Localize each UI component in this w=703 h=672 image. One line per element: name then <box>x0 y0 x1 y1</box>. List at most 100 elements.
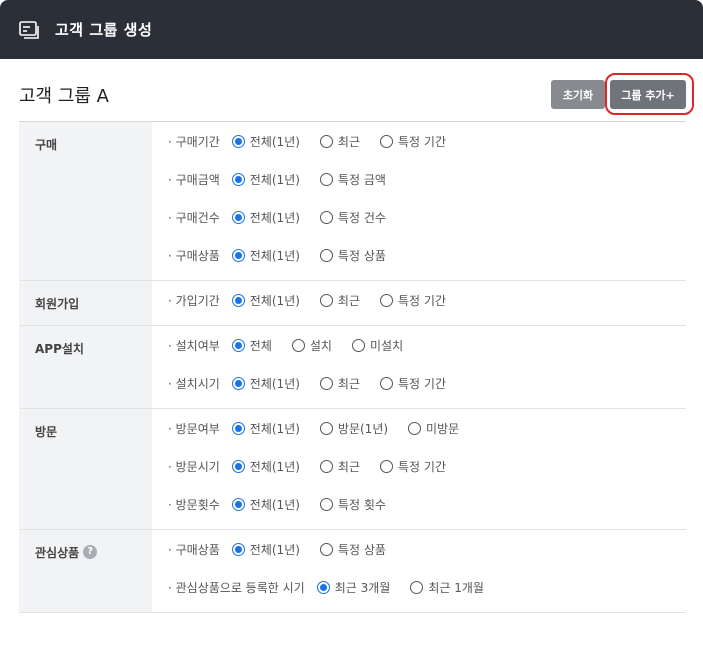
radio-option[interactable]: 최근 3개월 <box>316 579 391 596</box>
radio-button[interactable] <box>231 134 245 148</box>
section-label: 구매 <box>19 122 152 280</box>
filter-row-label: · 방문여부 <box>168 421 220 436</box>
filter-row-label: · 구매금액 <box>168 172 220 187</box>
radio-option[interactable]: 특정 횟수 <box>319 496 386 513</box>
radio-option[interactable]: 특정 상품 <box>319 247 386 264</box>
radio-button[interactable] <box>231 210 245 224</box>
radio-button[interactable] <box>231 421 245 435</box>
filter-section: 구매 · 구매기간 전체(1년) 최근 특정 기간 · 구매금액 전체(1년) 특정 금액 · … <box>19 122 686 281</box>
radio-button[interactable] <box>319 497 333 511</box>
radio-button[interactable] <box>291 338 305 352</box>
section-label-text: 구매 <box>35 138 58 152</box>
radio-button[interactable] <box>319 172 333 186</box>
radio-button[interactable] <box>380 376 394 390</box>
radio-button[interactable] <box>319 376 333 390</box>
radio-option-label: 미방문 <box>426 421 460 436</box>
filter-row-label: · 설치시기 <box>168 376 220 391</box>
radio-button[interactable] <box>231 248 245 262</box>
page-header: 고객 그룹 생성 <box>0 0 703 59</box>
radio-option[interactable]: 특정 금액 <box>319 171 386 188</box>
radio-button[interactable] <box>410 580 424 594</box>
radio-option[interactable]: 전체 <box>231 337 272 354</box>
radio-option[interactable]: 최근 <box>319 133 360 150</box>
radio-option-label: 전체(1년) <box>249 542 300 557</box>
section-label-text: 관심상품 <box>35 546 80 560</box>
filter-section: 회원가입 · 가입기간 전체(1년) 최근 특정 기간 <box>19 281 686 326</box>
help-icon[interactable]: ? <box>83 545 98 559</box>
radio-option[interactable]: 전체(1년) <box>231 375 300 392</box>
radio-button[interactable] <box>319 542 333 556</box>
radio-button[interactable] <box>316 580 330 594</box>
radio-option[interactable]: 최근 1개월 <box>410 579 484 596</box>
radio-button[interactable] <box>231 459 245 473</box>
radio-option[interactable]: 전체(1년) <box>231 247 300 264</box>
radio-option[interactable]: 미설치 <box>351 337 403 354</box>
filter-row-label: · 방문시기 <box>168 459 220 474</box>
radio-option[interactable]: 전체(1년) <box>231 133 300 150</box>
radio-option[interactable]: 전체(1년) <box>231 292 300 309</box>
section-content: · 구매기간 전체(1년) 최근 특정 기간 · 구매금액 전체(1년) 특정 금액 · 구매… <box>152 122 686 280</box>
filter-table: 구매 · 구매기간 전체(1년) 최근 특정 기간 · 구매금액 전체(1년) 특정 금액 · … <box>19 121 686 613</box>
radio-button[interactable] <box>319 421 333 435</box>
radio-button[interactable] <box>319 293 333 307</box>
radio-option[interactable]: 특정 기간 <box>380 292 446 309</box>
radio-option[interactable]: 최근 <box>319 375 360 392</box>
radio-button[interactable] <box>319 210 333 224</box>
radio-button[interactable] <box>231 376 245 390</box>
filter-row: · 방문시기 전체(1년) 최근 특정 기간 <box>168 447 686 485</box>
radio-option[interactable]: 전체(1년) <box>231 420 300 437</box>
radio-option-label: 전체(1년) <box>249 248 300 263</box>
radio-option[interactable]: 특정 기간 <box>380 375 446 392</box>
section-label-text: APP설치 <box>35 342 84 356</box>
radio-option-label: 최근 <box>337 293 361 308</box>
radio-button[interactable] <box>231 497 245 511</box>
radio-option[interactable]: 전체(1년) <box>231 496 300 513</box>
radio-option[interactable]: 특정 상품 <box>319 541 386 558</box>
radio-option-label: 방문(1년) <box>337 421 389 436</box>
filter-row: · 구매금액 전체(1년) 특정 금액 <box>168 160 686 198</box>
filter-row-label: · 구매건수 <box>168 210 220 225</box>
radio-button[interactable] <box>351 338 365 352</box>
radio-option[interactable]: 전체(1년) <box>231 171 300 188</box>
radio-option[interactable]: 방문(1년) <box>319 420 389 437</box>
radio-button[interactable] <box>408 421 422 435</box>
group-title: 고객 그룹 A <box>19 86 109 107</box>
filter-row-label: · 관심상품으로 등록한 시기 <box>168 580 305 595</box>
radio-option-label: 전체(1년) <box>249 134 300 149</box>
radio-option[interactable]: 특정 기간 <box>380 133 446 150</box>
page-title: 고객 그룹 생성 <box>55 21 153 39</box>
filter-row: · 구매상품 전체(1년) 특정 상품 <box>168 530 686 568</box>
radio-button[interactable] <box>380 134 394 148</box>
radio-option-label: 특정 기간 <box>398 293 446 308</box>
filter-row-label: · 구매상품 <box>168 542 220 557</box>
radio-option[interactable]: 전체(1년) <box>231 209 300 226</box>
filter-row: · 설치시기 전체(1년) 최근 특정 기간 <box>168 364 686 402</box>
filter-section: APP설치 · 설치여부 전체 설치 미설치 · 설치시기 전체(1년) 최근 특정 기간 <box>19 326 686 409</box>
radio-option[interactable]: 특정 기간 <box>380 458 446 475</box>
filter-row: · 가입기간 전체(1년) 최근 특정 기간 <box>168 281 686 319</box>
radio-option[interactable]: 최근 <box>319 292 361 309</box>
radio-button[interactable] <box>380 293 394 307</box>
radio-option[interactable]: 미방문 <box>408 420 459 437</box>
radio-option[interactable]: 전체(1년) <box>231 541 300 558</box>
add-group-button[interactable]: 그룹 추가+ <box>610 80 686 109</box>
radio-button[interactable] <box>231 293 245 307</box>
radio-button[interactable] <box>319 134 333 148</box>
radio-option[interactable]: 특정 건수 <box>319 209 386 226</box>
radio-option-label: 최근 3개월 <box>334 580 391 595</box>
filter-row: · 방문여부 전체(1년) 방문(1년) 미방문 <box>168 409 686 447</box>
radio-option-label: 전체(1년) <box>249 376 300 391</box>
radio-button[interactable] <box>319 248 333 262</box>
radio-option[interactable]: 설치 <box>291 337 332 354</box>
radio-button[interactable] <box>231 542 245 556</box>
reset-button[interactable]: 초기화 <box>551 80 605 109</box>
radio-button[interactable] <box>380 459 394 473</box>
radio-option[interactable]: 전체(1년) <box>231 458 300 475</box>
radio-option[interactable]: 최근 <box>319 458 360 475</box>
radio-option-label: 전체(1년) <box>249 172 300 187</box>
radio-button[interactable] <box>319 459 333 473</box>
filter-section: 관심상품? · 구매상품 전체(1년) 특정 상품 · 관심상품으로 등록한 시기 최근 … <box>19 530 686 613</box>
radio-button[interactable] <box>231 172 245 186</box>
radio-button[interactable] <box>231 338 245 352</box>
filter-row-label: · 방문횟수 <box>168 497 220 512</box>
